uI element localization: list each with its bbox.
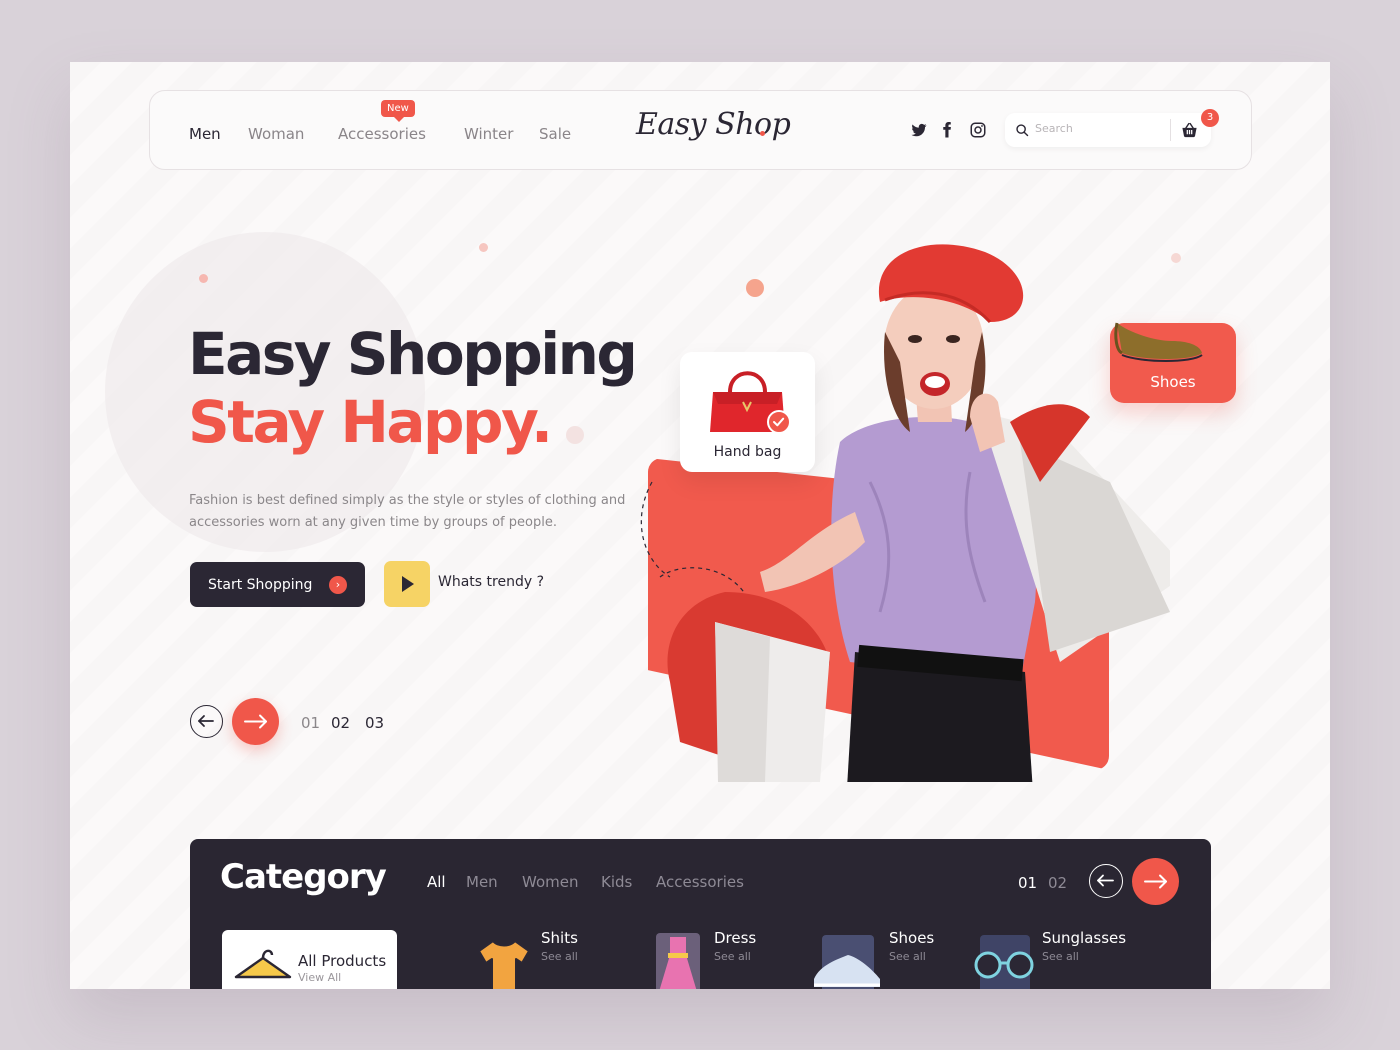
category-section: Category All Men Women Kids Accessories … bbox=[190, 839, 1211, 989]
shoe-icon bbox=[1114, 322, 1203, 362]
hanger-icon bbox=[234, 949, 292, 979]
basket-icon[interactable] bbox=[1181, 122, 1198, 138]
handbag-card[interactable]: Hand bag bbox=[680, 352, 815, 472]
category-item-sub: See all bbox=[889, 950, 926, 963]
search-separator bbox=[1170, 119, 1171, 141]
category-tab-kids[interactable]: Kids bbox=[601, 873, 632, 891]
instagram-icon[interactable] bbox=[969, 121, 987, 139]
category-item-shoes[interactable]: Shoes See all bbox=[812, 929, 952, 989]
category-item-sub: View All bbox=[298, 971, 342, 984]
category-item-name: Sunglasses bbox=[1042, 929, 1127, 947]
hero-subtitle: Stay Happy. bbox=[188, 388, 553, 456]
slide-page-01[interactable]: 01 bbox=[301, 714, 320, 732]
hero-model-image bbox=[640, 244, 1170, 782]
tshirt-icon bbox=[478, 940, 530, 989]
category-tab-accessories[interactable]: Accessories bbox=[656, 873, 744, 891]
hero-description: Fashion is best defined simply as the st… bbox=[189, 493, 626, 530]
category-page-01[interactable]: 01 bbox=[1018, 874, 1037, 892]
brand-logo[interactable]: Easy Shop bbox=[636, 107, 791, 142]
category-item-sub: See all bbox=[541, 950, 578, 963]
shoes-card[interactable]: Shoes bbox=[1110, 322, 1236, 403]
check-icon bbox=[767, 410, 791, 434]
nav-link-accessories[interactable]: Accessories bbox=[338, 125, 426, 143]
slide-page-03[interactable]: 03 bbox=[365, 714, 384, 732]
whats-trendy-link[interactable]: Whats trendy ? bbox=[438, 574, 544, 590]
category-item-shirts[interactable]: Shits See all bbox=[475, 929, 595, 989]
slide-page-02[interactable]: 02 bbox=[331, 714, 350, 732]
category-item-name: All Products bbox=[298, 952, 387, 970]
category-title: Category bbox=[220, 857, 387, 897]
category-tab-women[interactable]: Women bbox=[522, 873, 578, 891]
nav-link-woman[interactable]: Woman bbox=[248, 125, 304, 143]
arrow-left-icon bbox=[1097, 874, 1114, 887]
sneaker-icon bbox=[814, 935, 880, 989]
search-icon[interactable] bbox=[1015, 123, 1029, 137]
dress-icon bbox=[656, 933, 700, 989]
decorative-dot bbox=[479, 243, 488, 252]
cart-count-badge: 3 bbox=[1201, 109, 1219, 127]
arrow-right-icon bbox=[1144, 874, 1167, 889]
new-badge: New bbox=[381, 100, 415, 122]
category-item-sunglasses[interactable]: Sunglasses See all bbox=[970, 929, 1130, 989]
shoes-label: Shoes bbox=[1150, 373, 1196, 391]
search-input[interactable] bbox=[1035, 122, 1165, 135]
prev-slide-button[interactable] bbox=[190, 705, 223, 738]
nav-link-sale[interactable]: Sale bbox=[539, 125, 571, 143]
arrow-right-icon bbox=[244, 714, 267, 729]
facebook-icon[interactable] bbox=[938, 121, 956, 139]
search-box bbox=[1005, 113, 1211, 147]
category-item-sub: See all bbox=[714, 950, 751, 963]
category-item-sub: See all bbox=[1042, 950, 1079, 963]
category-next-button[interactable] bbox=[1132, 858, 1179, 905]
category-item-name: Shoes bbox=[889, 929, 935, 947]
logo-dot bbox=[760, 131, 765, 136]
handbag-label: Hand bag bbox=[713, 444, 782, 460]
category-prev-button[interactable] bbox=[1089, 864, 1123, 898]
twitter-icon[interactable] bbox=[910, 121, 928, 139]
sunglasses-icon bbox=[974, 935, 1034, 989]
category-page-02[interactable]: 02 bbox=[1048, 874, 1067, 892]
nav-link-men[interactable]: Men bbox=[189, 125, 221, 143]
landing-page: Men Woman New Accessories Winter Sale Ea… bbox=[70, 62, 1330, 989]
category-tab-men[interactable]: Men bbox=[466, 873, 498, 891]
chevron-right-icon: › bbox=[329, 576, 347, 594]
next-slide-button[interactable] bbox=[232, 698, 279, 745]
category-item-name: Dress bbox=[714, 929, 757, 947]
hero-title: Easy Shopping bbox=[188, 320, 638, 388]
top-navbar: Men Woman New Accessories Winter Sale Ea… bbox=[149, 90, 1252, 170]
category-item-name: Shits bbox=[541, 929, 578, 947]
play-button[interactable] bbox=[384, 561, 430, 607]
nav-link-winter[interactable]: Winter bbox=[464, 125, 513, 143]
decorative-dot bbox=[566, 426, 584, 444]
start-shopping-label: Start Shopping bbox=[208, 576, 313, 593]
decorative-dot bbox=[1171, 253, 1181, 263]
category-tab-all[interactable]: All bbox=[427, 873, 446, 891]
arrow-left-icon bbox=[198, 715, 214, 727]
start-shopping-button[interactable]: Start Shopping › bbox=[190, 562, 365, 607]
decorative-dot bbox=[199, 274, 208, 283]
category-item-all-products[interactable]: All Products View All bbox=[222, 930, 397, 989]
category-item-dress[interactable]: Dress See all bbox=[648, 929, 778, 989]
